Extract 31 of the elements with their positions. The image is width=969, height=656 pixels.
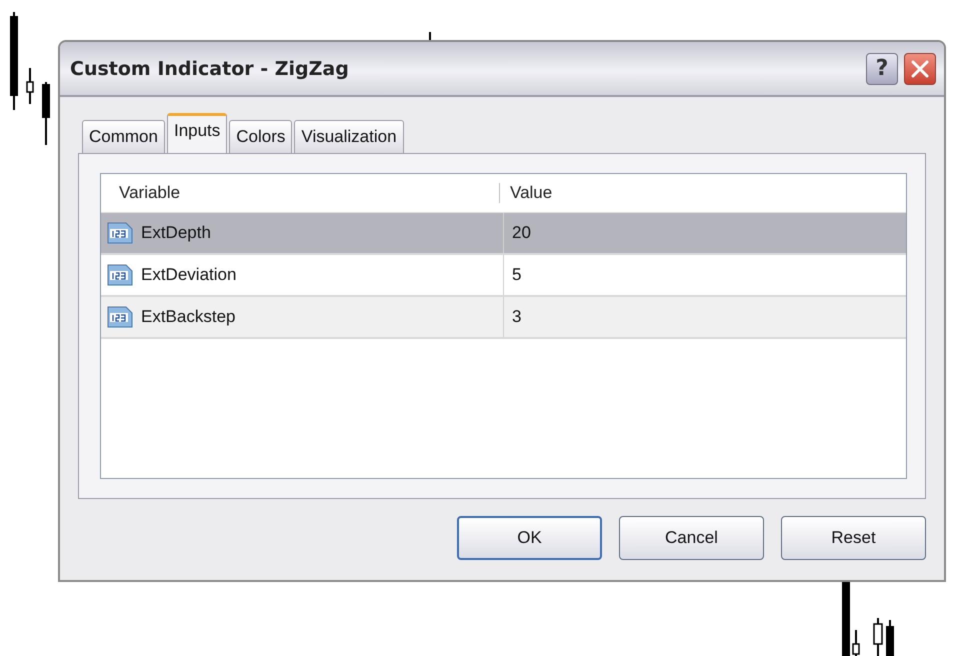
candlestick — [873, 618, 883, 656]
dialog-button[interactable]: Cancel — [619, 516, 764, 560]
dialog-button[interactable]: Reset — [781, 516, 926, 560]
tab[interactable]: Common — [82, 120, 165, 153]
close-icon — [911, 60, 929, 78]
column-header[interactable]: Value — [500, 183, 552, 203]
candlestick — [42, 82, 50, 145]
close-button[interactable] — [904, 52, 936, 84]
tab[interactable]: Visualization — [294, 120, 404, 153]
table-row[interactable]: ExtDepth 20 — [101, 213, 906, 255]
window-title: Custom Indicator - ZigZag — [70, 58, 350, 80]
variable-name: ExtDeviation — [141, 265, 236, 285]
candlestick — [429, 32, 431, 40]
number-variable-icon — [107, 263, 133, 287]
variable-name: ExtDepth — [141, 223, 211, 243]
table-row[interactable]: ExtBackstep 3 — [101, 297, 906, 339]
variable-value: 3 — [512, 307, 522, 327]
table-row[interactable]: ExtDeviation 5 — [101, 255, 906, 297]
variable-value: 5 — [512, 265, 522, 285]
number-variable-icon — [107, 221, 133, 245]
help-button[interactable]: ? — [866, 52, 898, 84]
variable-value: 20 — [512, 223, 531, 243]
candlestick — [852, 630, 860, 656]
tab[interactable]: Colors — [229, 120, 292, 153]
column-header[interactable]: Variable — [101, 183, 500, 203]
tab[interactable]: Inputs — [166, 113, 228, 153]
variable-name: ExtBackstep — [141, 307, 236, 327]
number-variable-icon — [107, 305, 133, 329]
candlestick — [886, 620, 894, 656]
candlestick — [26, 68, 34, 104]
dialog-button[interactable]: OK — [457, 516, 602, 560]
